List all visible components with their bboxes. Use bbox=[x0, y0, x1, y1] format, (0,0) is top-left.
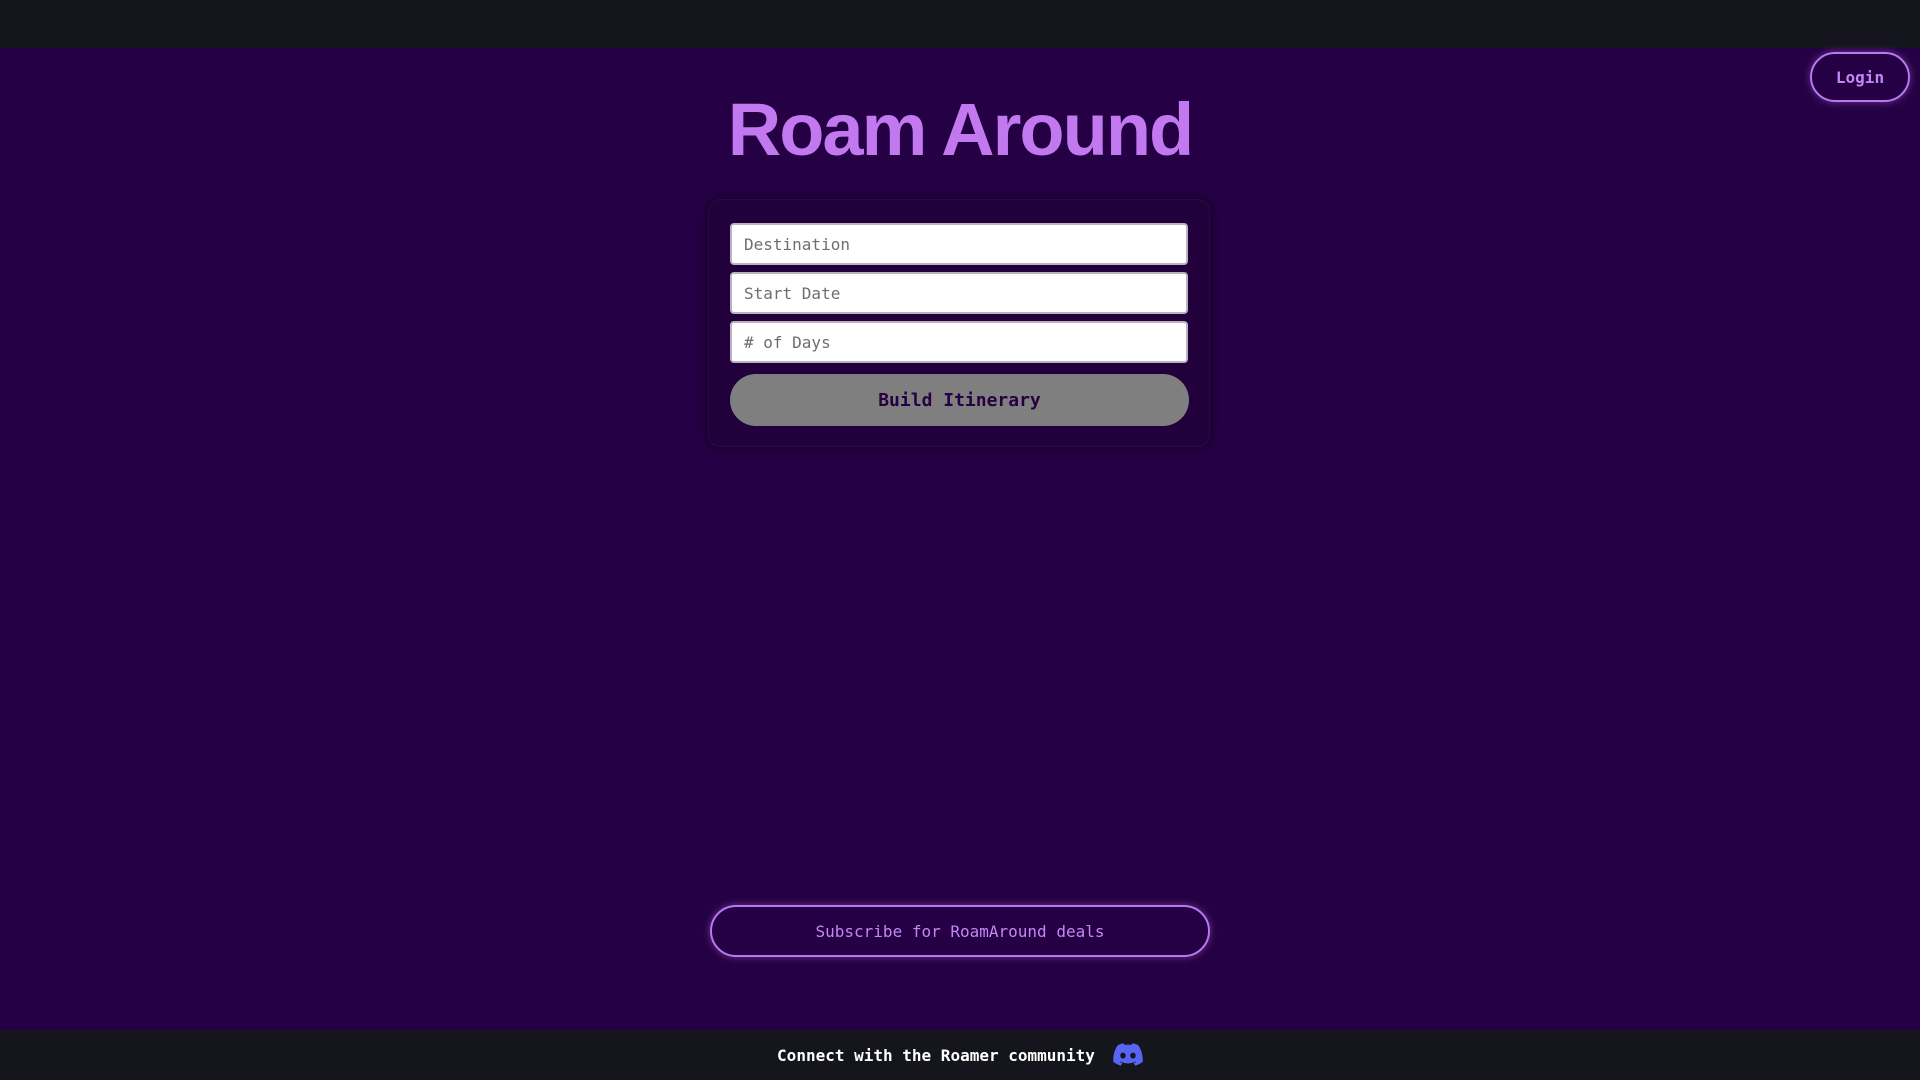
subscribe-button[interactable]: Subscribe for RoamAround deals bbox=[710, 905, 1210, 957]
footer: Connect with the Roamer community bbox=[0, 1030, 1920, 1080]
footer-text: Connect with the Roamer community bbox=[777, 1045, 1095, 1065]
discord-icon[interactable] bbox=[1113, 1043, 1143, 1067]
destination-input[interactable] bbox=[730, 223, 1188, 265]
start-date-input[interactable] bbox=[730, 272, 1188, 314]
itinerary-form: Build Itinerary bbox=[708, 199, 1210, 447]
days-input[interactable] bbox=[730, 321, 1188, 363]
build-itinerary-button[interactable]: Build Itinerary bbox=[730, 374, 1189, 426]
top-bar bbox=[0, 0, 1920, 48]
page-title: Roam Around bbox=[727, 88, 1194, 171]
